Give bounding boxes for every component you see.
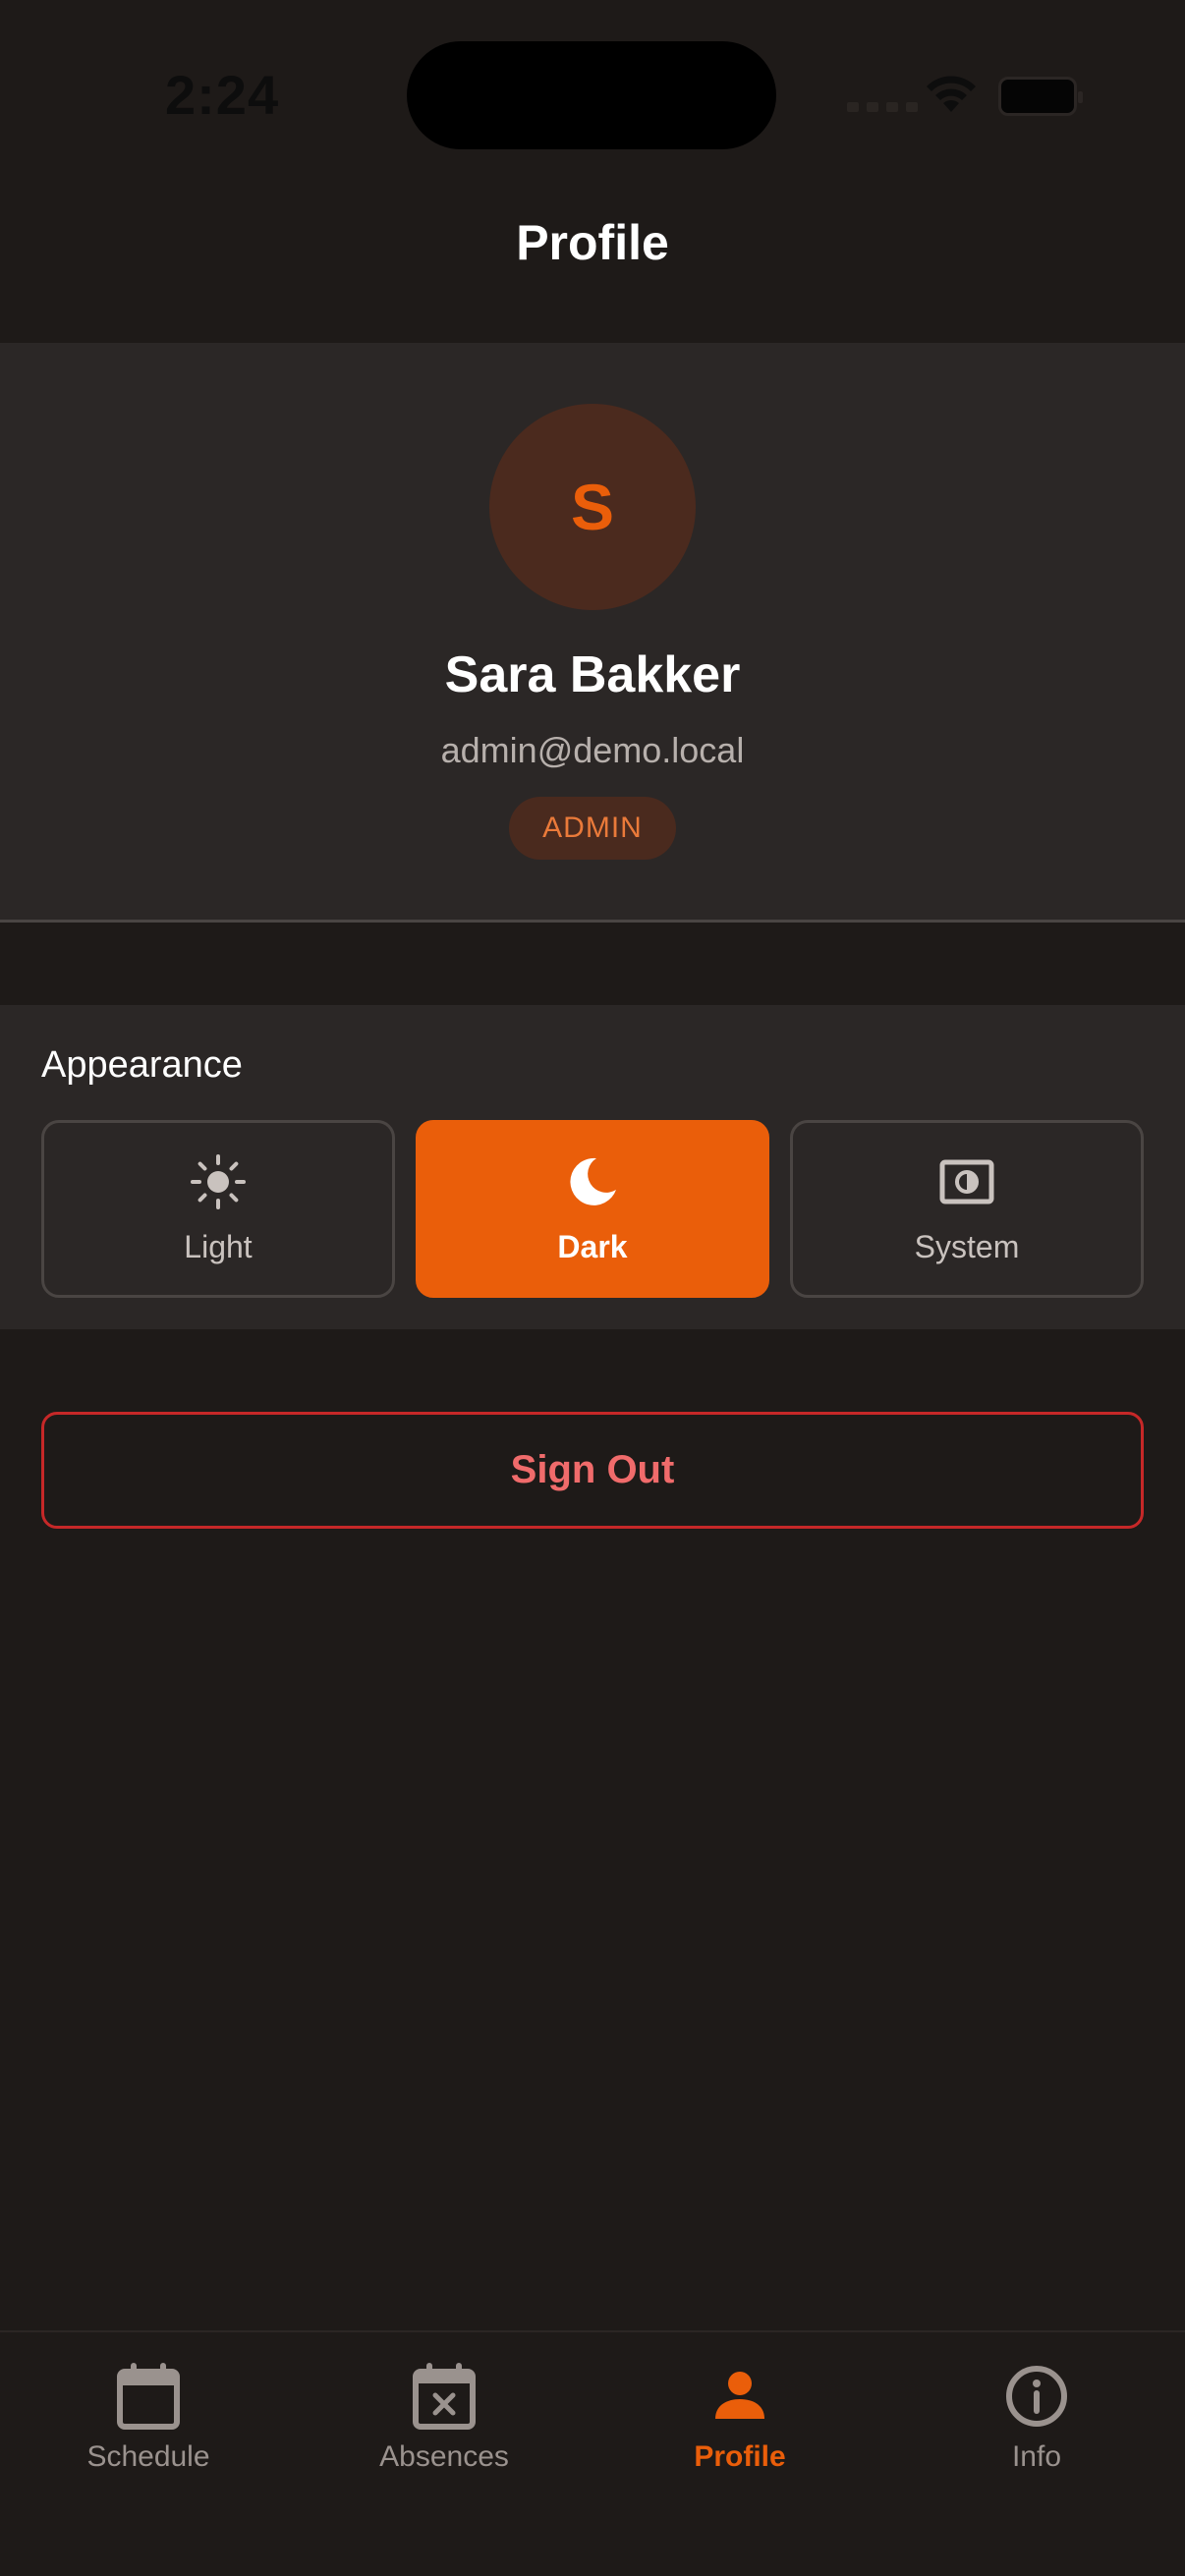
theme-option-dark[interactable]: Dark [416,1120,769,1298]
appearance-section: Appearance Light Dark System [0,1005,1185,1329]
theme-option-system[interactable]: System [790,1120,1144,1298]
nav-item-info[interactable]: Info [888,2362,1185,2474]
nav-label: Info [1011,2440,1062,2473]
theme-option-label: Light [184,1229,253,1264]
cellular-signal-icon [847,102,918,112]
bottom-nav: Schedule Absences Profile Info [0,2330,1185,2576]
theme-option-label: System [914,1229,1020,1264]
avatar: S [489,404,696,610]
avatar-initial: S [570,471,615,543]
nav-item-absences[interactable]: Absences [296,2362,592,2474]
theme-option-label: Dark [557,1229,628,1264]
nav-item-profile[interactable]: Profile [592,2362,888,2474]
nav-item-schedule[interactable]: Schedule [0,2362,297,2474]
wifi-icon [927,76,976,112]
page-title: Profile [516,215,669,270]
person-icon [715,2372,764,2419]
moon-icon [570,1157,616,1205]
status-bar: 2:24 [0,0,1185,196]
nav-label: Absences [379,2440,509,2473]
user-email: admin@demo.local [440,730,745,770]
role-badge: ADMIN [509,797,676,860]
battery-icon [998,77,1083,116]
dynamic-island [407,41,776,149]
sign-out-button[interactable]: Sign Out [41,1412,1144,1529]
sun-icon [191,1154,246,1209]
profile-screen: 2:24 Profile S Sara Bakker admin@demo.lo… [0,0,1185,2576]
nav-label: Schedule [86,2440,210,2473]
info-icon [1006,2366,1067,2427]
user-name: Sara Bakker [444,646,741,703]
theme-option-light[interactable]: Light [41,1120,395,1298]
calendar-x-icon [413,2363,476,2430]
brightness-icon [939,1159,994,1204]
profile-card: S Sara Bakker admin@demo.local ADMIN [0,343,1185,923]
appearance-title: Appearance [41,1044,243,1086]
nav-label: Profile [694,2440,786,2473]
status-time: 2:24 [165,64,280,126]
calendar-icon [117,2363,180,2430]
